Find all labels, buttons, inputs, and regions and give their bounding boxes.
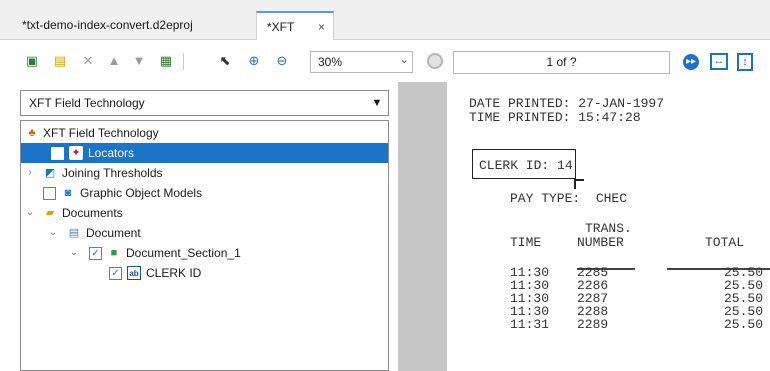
field-icon: ab: [127, 266, 141, 280]
technology-select[interactable]: XFT Field Technology ▼: [20, 90, 389, 116]
editor-tab-bar: *txt-demo-index-convert.d2eproj *XFT ×: [0, 0, 770, 40]
tab-project-file[interactable]: *txt-demo-index-convert.d2eproj: [12, 11, 246, 40]
chevron-down-icon[interactable]: ⌄: [400, 53, 409, 66]
structure-panel: XFT Field Technology ▼ ♣ XFT Field Techn…: [0, 82, 398, 371]
section-checkbox[interactable]: ✓: [89, 247, 102, 260]
tree-item-document-section-1[interactable]: ⌄ ✓ ■ Document_Section_1: [21, 243, 388, 263]
date-printed-line: DATE PRINTED: 27-JAN-1997: [469, 96, 665, 111]
move-up-icon[interactable]: ▲: [106, 53, 122, 69]
panel-splitter[interactable]: [398, 82, 447, 371]
dropdown-arrow-icon[interactable]: ▼: [366, 91, 388, 115]
tree-item-label: Locators: [88, 146, 135, 160]
trans-header: TRANS.: [585, 221, 632, 236]
locators-checkbox[interactable]: [51, 147, 64, 160]
new-item-icon[interactable]: ▣: [24, 53, 40, 69]
cursor-crosshair: [574, 179, 576, 189]
tree-item-locators[interactable]: ✦ Locators: [21, 143, 388, 163]
delete-icon[interactable]: ✕: [80, 53, 96, 69]
row-time: 11:31: [510, 317, 550, 332]
clerk-id-checkbox[interactable]: ✓: [109, 267, 122, 280]
documents-folder-icon: ▰: [45, 207, 55, 219]
row-number: 2289: [577, 317, 609, 332]
tree-item-clerk-id[interactable]: ✓ ab CLERK ID: [21, 263, 388, 283]
tab-project-label: *txt-demo-index-convert.d2eproj: [22, 18, 193, 32]
graphic-model-icon: ◙: [64, 187, 72, 199]
chevron-down-icon[interactable]: ⌄: [47, 223, 59, 243]
chevron-down-icon[interactable]: ⌄: [68, 243, 80, 263]
tree-item-label: XFT Field Technology: [43, 126, 159, 140]
close-icon[interactable]: ×: [318, 13, 325, 41]
toolbar: ▣ ▤ ✕ ▲ ▼ ▦ ⬉ ⊕ ⊖ 30% ⌄ 1 of ? ▸▸ ↔ ↕: [0, 41, 770, 81]
tree-item-label: Graphic Object Models: [80, 186, 203, 200]
chevron-down-icon[interactable]: ⌄: [24, 203, 36, 223]
page-indicator[interactable]: 1 of ?: [453, 51, 670, 74]
number-header: NUMBER: [577, 235, 624, 250]
tree-item-label: Documents: [62, 206, 123, 220]
tree-item-label: Joining Thresholds: [62, 166, 163, 180]
stop-icon[interactable]: [427, 53, 443, 69]
locator-icon: ✦: [69, 146, 83, 160]
properties-icon[interactable]: ▦: [158, 53, 174, 69]
tree-item-document[interactable]: ⌄ ▤ Document: [21, 223, 388, 243]
time-printed-line: TIME PRINTED: 15:47:28: [469, 110, 641, 125]
hierarchy-icon: ♣: [28, 127, 36, 139]
document-viewer[interactable]: DATE PRINTED: 27-JAN-1997 TIME PRINTED: …: [447, 82, 770, 371]
toolbar-separator: [183, 53, 184, 70]
fit-height-icon[interactable]: ↕: [737, 53, 753, 71]
chevron-right-icon[interactable]: ›: [24, 163, 36, 183]
pay-type-line: PAY TYPE: CHEC: [510, 191, 628, 206]
threshold-icon: ◩: [44, 167, 56, 179]
page-indicator-text: 1 of ?: [546, 55, 577, 69]
tree-item-graphic-object-models[interactable]: ◙ Graphic Object Models: [21, 183, 388, 203]
move-down-icon[interactable]: ▼: [131, 53, 147, 69]
graphic-models-checkbox[interactable]: [43, 187, 56, 200]
pointer-icon[interactable]: ⬉: [217, 53, 233, 69]
tree-item-label: Document_Section_1: [126, 246, 241, 260]
structure-tree: ♣ XFT Field Technology ✦ Locators › ◩ Jo…: [20, 120, 389, 371]
time-header: TIME: [510, 235, 542, 250]
zoom-select[interactable]: 30% ⌄: [310, 51, 413, 73]
tab-xft-label: *XFT: [267, 20, 295, 34]
tree-item-label: Document: [86, 226, 141, 240]
tree-item-xft-field-technology[interactable]: ♣ XFT Field Technology: [21, 123, 388, 143]
tree-item-documents[interactable]: ⌄ ▰ Documents: [21, 203, 388, 223]
zoom-in-icon[interactable]: ⊕: [246, 53, 262, 69]
tab-xft[interactable]: *XFT ×: [256, 11, 334, 40]
tree-item-joining-thresholds[interactable]: › ◩ Joining Thresholds: [21, 163, 388, 183]
clerk-id-line: CLERK ID: 14: [479, 158, 573, 173]
fit-width-icon[interactable]: ↔: [710, 53, 728, 70]
tree-item-label: CLERK ID: [146, 266, 202, 280]
section-icon: ■: [110, 247, 118, 259]
zoom-out-icon[interactable]: ⊖: [274, 53, 290, 69]
row-total: 25.50: [724, 317, 764, 332]
next-page-icon[interactable]: ▸▸: [683, 54, 699, 70]
zoom-value: 30%: [318, 55, 343, 69]
document-icon: ▤: [68, 227, 80, 239]
technology-select-value: XFT Field Technology: [29, 96, 145, 110]
cursor-crosshair-bar: [574, 179, 584, 181]
add-folder-icon[interactable]: ▤: [52, 53, 68, 69]
total-header: TOTAL: [705, 235, 745, 250]
